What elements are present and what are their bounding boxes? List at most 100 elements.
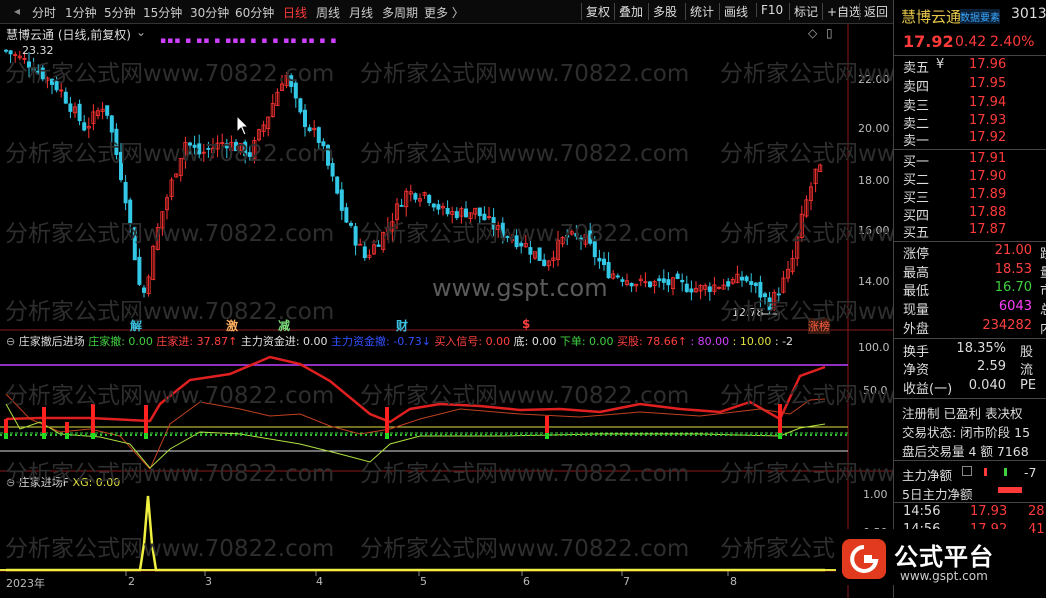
ask-row[interactable]: 卖五 ¥17.96	[894, 57, 1046, 76]
trade-status: 交易状态: 闭市阶段 15	[902, 425, 1031, 440]
period-30min[interactable]: 30分钟	[190, 4, 229, 21]
watermark: 分析家公式网www.70822.com	[360, 221, 690, 247]
quote-panel: 慧博云通 数据要素 3013 17.92 0.42 2.40% 卖五 ¥17.96…	[893, 0, 1046, 598]
period-more[interactable]: 更多 〉	[424, 4, 464, 21]
tick-price: 17.93	[970, 504, 1008, 519]
candle-body	[749, 281, 754, 285]
divider	[894, 398, 1046, 399]
period-minute[interactable]: 分时	[32, 4, 56, 21]
watermark: 分析家公式网www.70822.com	[5, 141, 335, 167]
chevron-down-icon[interactable]: ⌄	[136, 25, 146, 39]
buy-signal-bar	[4, 419, 8, 433]
indicator1-legend: ⊖ 庄家撤后进场 庄家撤: 0.00 庄家进: 37.87↑ 主力资金进: 0.…	[6, 333, 793, 349]
stat-value: 18.35%	[956, 341, 1006, 356]
bid-price: 17.89	[969, 187, 1007, 202]
legend-item: 底: 0.00	[513, 335, 557, 348]
legend-item: 买股: 78.66↑	[617, 335, 687, 348]
multi-stock-button[interactable]: 多股	[648, 3, 677, 20]
diamond-icon[interactable]: ◇	[808, 26, 817, 40]
main-chart-title: 慧博云通 (日线,前复权)	[6, 28, 131, 42]
candle-body	[137, 256, 142, 285]
candle-body	[339, 189, 344, 211]
bid-row[interactable]: 买一 17.91	[894, 151, 1046, 170]
back-button[interactable]: 返回	[859, 3, 888, 20]
buy-signal-bar	[385, 407, 389, 433]
candle-body	[675, 273, 680, 279]
period-15min[interactable]: 15分钟	[143, 4, 182, 21]
stat-row: 最高 18.53 量	[894, 262, 1046, 281]
candle-body	[436, 204, 441, 210]
event-label-finance[interactable]: 财	[396, 317, 408, 334]
x-axis-label: 3	[205, 575, 212, 588]
ask-row[interactable]: 卖三 17.94	[894, 95, 1046, 114]
candle-body	[666, 279, 671, 286]
period-daily[interactable]: 日线	[283, 4, 307, 21]
stat-label: 最高	[903, 266, 930, 281]
stat-row: 换手 18.35% 股	[894, 341, 1046, 360]
ask-row[interactable]: 卖四 17.95	[894, 76, 1046, 95]
bid-row[interactable]: 买二 17.90	[894, 169, 1046, 188]
divider	[894, 55, 1046, 56]
bid-label: 买一	[903, 155, 930, 170]
candle-body	[105, 105, 110, 116]
statistics-button[interactable]: 统计	[685, 3, 714, 20]
candle-body	[753, 282, 758, 287]
stat-label: PE	[1020, 378, 1037, 393]
draw-line-button[interactable]: 画线	[719, 3, 748, 20]
chevron-left-icon[interactable]: ◂	[14, 4, 20, 18]
adjust-button[interactable]: 复权	[581, 3, 610, 20]
last-price: 17.92	[903, 32, 954, 51]
divider	[894, 502, 1046, 503]
indicator1-name[interactable]: 庄家撤后进场	[19, 335, 85, 348]
x-axis-label: 6	[523, 575, 530, 588]
f10-button[interactable]: F10	[756, 3, 783, 17]
ask-price: 17.96	[969, 57, 1007, 72]
x-axis-label: 8	[730, 575, 737, 588]
divider	[894, 338, 1046, 339]
add-watchlist-button[interactable]: +自选	[822, 3, 861, 20]
tick-volume: 28	[1028, 504, 1045, 519]
concept-tag[interactable]: 数据要素	[960, 9, 1000, 24]
period-5min[interactable]: 5分钟	[104, 4, 136, 21]
stat-label: 量	[1040, 262, 1046, 281]
legend-item: : -2	[774, 335, 794, 348]
stat-label: 外盘	[903, 322, 930, 337]
candle-body	[348, 222, 353, 226]
chart-area[interactable]: 慧博云通 (日线,前复权) ⌄ ◇ ▯ ▪▪▪ ▪ ▪▪ ▪ ▪▪▪ ▪ ▪ ▪…	[0, 24, 1046, 598]
stat-value: 0.040	[968, 378, 1006, 393]
watermark: 分析家公式网www.70822.com	[5, 461, 335, 487]
period-multi[interactable]: 多周期	[382, 4, 418, 21]
stat-label: 净资	[903, 363, 930, 378]
five-day-bar	[998, 487, 1022, 493]
legend-item: 庄家撤: 0.00	[88, 335, 153, 348]
watermark: 分析家公式网www.70822.com	[5, 221, 335, 247]
period-1min[interactable]: 1分钟	[65, 4, 97, 21]
period-60min[interactable]: 60分钟	[235, 4, 274, 21]
overlay-button[interactable]: 叠加	[614, 3, 643, 20]
period-weekly[interactable]: 周线	[316, 4, 340, 21]
candle-body	[744, 276, 749, 282]
indicator1-axis-label: 100.0	[858, 341, 890, 354]
bid-price: 17.90	[969, 169, 1007, 184]
panel-toggle-icon[interactable]: ▯	[826, 26, 833, 40]
bid-row[interactable]: 买三 17.89	[894, 187, 1046, 206]
yen-icon: ¥	[936, 57, 945, 72]
flow-bar	[1004, 468, 1007, 476]
tick-row: 14:56 17.93 28	[894, 504, 1046, 523]
bid-price: 17.91	[969, 151, 1007, 166]
ask-row[interactable]: 卖一 17.92	[894, 130, 1046, 149]
event-label-dollar[interactable]: $	[522, 317, 530, 331]
bid-row[interactable]: 买五 17.87	[894, 222, 1046, 241]
stat-label: 最低	[903, 284, 930, 299]
stat-row: 收益(一) 0.040 PE	[894, 378, 1046, 397]
chart-icon[interactable]	[962, 466, 972, 476]
stat-value: 21.00	[994, 243, 1032, 258]
stat-row: 最低 16.70 市	[894, 280, 1046, 299]
candle-body	[537, 247, 542, 261]
top-markers: ▪▪▪ ▪ ▪▪ ▪ ▪▪▪ ▪ ▪ ▪ ▪▪ ▪▪ ▪ ▪	[160, 36, 338, 46]
period-monthly[interactable]: 月线	[349, 4, 373, 21]
candle-body	[707, 286, 712, 292]
mark-button[interactable]: 标记	[789, 3, 818, 20]
brand-name: 公式平台	[894, 543, 994, 571]
collapse-icon[interactable]: ⊖	[6, 335, 15, 348]
